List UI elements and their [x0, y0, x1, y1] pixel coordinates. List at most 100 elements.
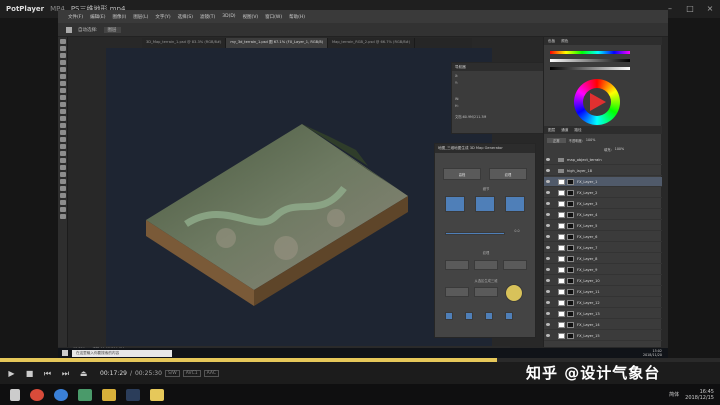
- fill-value[interactable]: 100%: [615, 147, 624, 151]
- layer-row[interactable]: FX_Layer_1: [544, 177, 662, 187]
- potplayer-icon[interactable]: [150, 388, 164, 401]
- prev-button[interactable]: ⏮: [41, 367, 54, 380]
- layer-row[interactable]: FX_Layer_15: [544, 331, 662, 341]
- swatches-tab[interactable]: 色板: [548, 37, 555, 45]
- play-button[interactable]: ▶: [5, 367, 18, 380]
- layer-select[interactable]: 图层: [103, 26, 121, 33]
- open-button[interactable]: ⏏: [77, 367, 90, 380]
- eye-icon[interactable]: [546, 268, 550, 271]
- generate-highlight-button[interactable]: [505, 284, 523, 302]
- drop-icon[interactable]: [445, 312, 453, 320]
- eye-icon[interactable]: [546, 169, 550, 172]
- eye-icon[interactable]: [546, 334, 550, 337]
- taskbar-clock[interactable]: 16:45 2018/12/15: [685, 389, 714, 401]
- tool-icon[interactable]: [59, 207, 66, 212]
- menu-item[interactable]: 选择(S): [178, 14, 193, 20]
- color-tab[interactable]: 颜色: [561, 37, 568, 45]
- menu-item[interactable]: 图层(L): [133, 14, 148, 20]
- detail-mid-button[interactable]: [475, 196, 495, 212]
- gen-btn-1[interactable]: [445, 287, 469, 297]
- start-icon[interactable]: [62, 350, 68, 356]
- menu-item[interactable]: 窗口(W): [265, 14, 282, 20]
- eye-icon[interactable]: [546, 224, 550, 227]
- app-icon[interactable]: [78, 388, 92, 401]
- layer-row[interactable]: map_object_terrain: [544, 155, 662, 165]
- eye-icon[interactable]: [546, 158, 550, 161]
- detail-high-button[interactable]: [505, 196, 525, 212]
- layer-row[interactable]: FX_Layer_13: [544, 309, 662, 319]
- eye-icon[interactable]: [546, 202, 550, 205]
- tool-icon[interactable]: [59, 130, 66, 135]
- menu-item[interactable]: 文件(F): [68, 14, 83, 20]
- ps-icon[interactable]: [126, 388, 140, 401]
- tool-icon[interactable]: [59, 200, 66, 205]
- layer-row[interactable]: FX_Layer_10: [544, 276, 662, 286]
- tool-icon[interactable]: [59, 46, 66, 51]
- layer-row[interactable]: FX_Layer_9: [544, 265, 662, 275]
- tool-icon[interactable]: [59, 144, 66, 149]
- tool-icon[interactable]: [59, 123, 66, 128]
- eye-icon[interactable]: [546, 246, 550, 249]
- doc-tab[interactable]: Map_terrain_RGB_2.psd @ 66.7% (RGB/8#): [328, 38, 416, 48]
- layer-row[interactable]: FX_Layer_3: [544, 199, 662, 209]
- layer-row[interactable]: FX_Layer_4: [544, 210, 662, 220]
- layer-row[interactable]: high_layer_18: [544, 166, 662, 176]
- layer-row[interactable]: FX_Layer_6: [544, 232, 662, 242]
- paths-tab[interactable]: 路径: [574, 126, 581, 134]
- tool-icon[interactable]: [59, 151, 66, 156]
- color-wheel[interactable]: [574, 79, 620, 125]
- eye-icon[interactable]: [546, 301, 550, 304]
- blend-mode-select[interactable]: 正常: [547, 137, 566, 143]
- layer-row[interactable]: FX_Layer_5: [544, 221, 662, 231]
- eye-icon[interactable]: [546, 257, 550, 260]
- tool-icon[interactable]: [59, 95, 66, 100]
- eye-icon[interactable]: [546, 279, 550, 282]
- tool-icon[interactable]: [59, 88, 66, 93]
- ime-indicator[interactable]: 简体: [669, 391, 679, 398]
- navigator-panel[interactable]: 导航器 X: Y: W: H: 文档:60.9M/211.3M: [451, 62, 547, 134]
- tool-icon[interactable]: [59, 137, 66, 142]
- layer-row[interactable]: FX_Layer_7: [544, 243, 662, 253]
- menu-item[interactable]: 滤镜(T): [200, 14, 215, 20]
- start-button[interactable]: [10, 388, 20, 401]
- shape-icon[interactable]: [485, 312, 493, 320]
- layer-row[interactable]: FX_Layer_14: [544, 320, 662, 330]
- eye-icon[interactable]: [546, 235, 550, 238]
- menu-item[interactable]: 编辑(E): [90, 14, 105, 20]
- eye-icon[interactable]: [546, 191, 550, 194]
- doc-tab[interactable]: my_3d_terrain_1.psd 图 67.1% (FX_Layer_1,…: [226, 38, 329, 48]
- move-tool-icon[interactable]: [66, 26, 72, 33]
- layer-row[interactable]: FX_Layer_2: [544, 188, 662, 198]
- folder-icon[interactable]: [102, 388, 116, 401]
- tool-icon[interactable]: [59, 179, 66, 184]
- tool-icon[interactable]: [59, 172, 66, 177]
- map-generator-plugin[interactable]: 地图_三维地图生成 3D Map Generator 高程 纹理 细节 0.0 …: [434, 143, 536, 338]
- eye-icon[interactable]: [546, 290, 550, 293]
- tool-icon[interactable]: [59, 165, 66, 170]
- tool-icon[interactable]: [59, 193, 66, 198]
- detail-low-button[interactable]: [445, 196, 465, 212]
- bright-slider[interactable]: [550, 67, 630, 70]
- eye-icon[interactable]: [546, 323, 550, 326]
- menu-item[interactable]: 文字(Y): [155, 14, 170, 20]
- settings-icon[interactable]: [505, 312, 513, 320]
- video-frame[interactable]: 文件(F) 编辑(E) 图像(I) 图层(L) 文字(Y) 选择(S) 滤镜(T) 3D(D)…: [58, 10, 668, 358]
- hue-slider[interactable]: [550, 51, 630, 54]
- detail-slider[interactable]: [445, 232, 505, 235]
- tool-icon[interactable]: [59, 53, 66, 58]
- sat-slider[interactable]: [550, 59, 630, 62]
- tool-icon[interactable]: [59, 60, 66, 65]
- texture-btn-1[interactable]: [445, 260, 469, 270]
- tab-texture[interactable]: 纹理: [489, 168, 527, 180]
- menu-item[interactable]: 视图(V): [243, 14, 259, 20]
- tool-icon[interactable]: [59, 186, 66, 191]
- eye-icon[interactable]: [546, 312, 550, 315]
- ie-icon[interactable]: [54, 388, 68, 401]
- layer-row[interactable]: FX_Layer_11: [544, 287, 662, 297]
- tool-icon[interactable]: [59, 81, 66, 86]
- tool-icon[interactable]: [59, 214, 66, 219]
- tool-icon[interactable]: [59, 109, 66, 114]
- tool-icon[interactable]: [59, 67, 66, 72]
- eye-icon[interactable]: [546, 180, 550, 183]
- opacity-value[interactable]: 100%: [586, 138, 595, 142]
